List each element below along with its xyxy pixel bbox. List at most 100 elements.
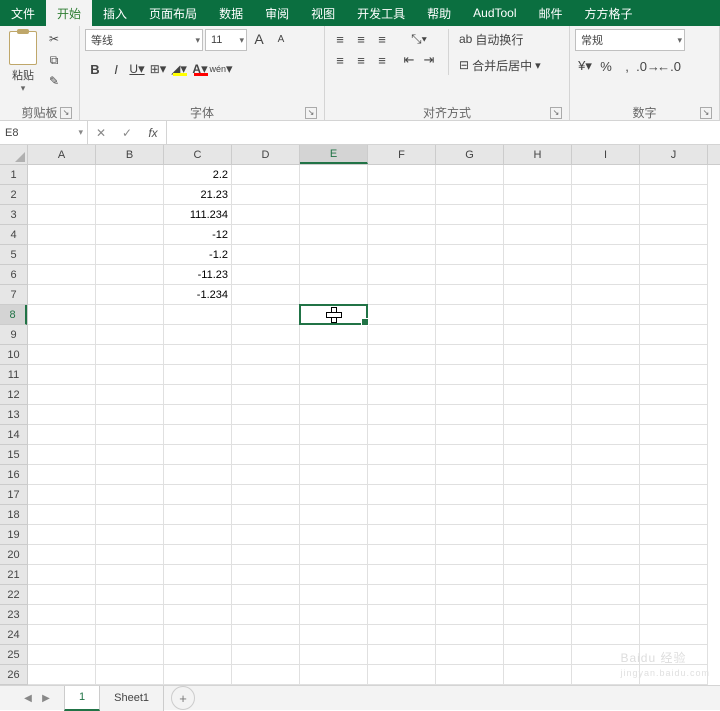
cell-J17[interactable] (640, 485, 708, 505)
cell-I4[interactable] (572, 225, 640, 245)
cell-C9[interactable] (164, 325, 232, 345)
percent-button[interactable]: % (596, 56, 616, 76)
cell-F10[interactable] (368, 345, 436, 365)
cell-F4[interactable] (368, 225, 436, 245)
cell-F21[interactable] (368, 565, 436, 585)
tab-data[interactable]: 数据 (208, 0, 254, 26)
cell-H19[interactable] (504, 525, 572, 545)
paste-button[interactable]: 粘贴 ▾ (5, 29, 41, 94)
cell-H23[interactable] (504, 605, 572, 625)
font-launcher[interactable]: ↘ (305, 107, 317, 119)
cell-G11[interactable] (436, 365, 504, 385)
row-header-11[interactable]: 11 (0, 365, 27, 385)
cell-D6[interactable] (232, 265, 300, 285)
cell-H6[interactable] (504, 265, 572, 285)
cell-J1[interactable] (640, 165, 708, 185)
sheet-nav-prev[interactable]: ◀ (20, 690, 36, 706)
cell-B3[interactable] (96, 205, 164, 225)
cell-H20[interactable] (504, 545, 572, 565)
cell-D23[interactable] (232, 605, 300, 625)
cell-B13[interactable] (96, 405, 164, 425)
tab-audtool[interactable]: AudTool (462, 0, 527, 26)
cell-B17[interactable] (96, 485, 164, 505)
cell-J23[interactable] (640, 605, 708, 625)
cell-J25[interactable] (640, 645, 708, 665)
cell-D18[interactable] (232, 505, 300, 525)
cell-G9[interactable] (436, 325, 504, 345)
cell-A21[interactable] (28, 565, 96, 585)
tab-developer[interactable]: 开发工具 (346, 0, 416, 26)
cell-B10[interactable] (96, 345, 164, 365)
cell-I15[interactable] (572, 445, 640, 465)
cell-B4[interactable] (96, 225, 164, 245)
cell-F20[interactable] (368, 545, 436, 565)
row-header-6[interactable]: 6 (0, 265, 27, 285)
cell-C23[interactable] (164, 605, 232, 625)
cell-H1[interactable] (504, 165, 572, 185)
cell-G18[interactable] (436, 505, 504, 525)
cell-A22[interactable] (28, 585, 96, 605)
cell-B9[interactable] (96, 325, 164, 345)
cell-E19[interactable] (300, 525, 368, 545)
cell-G16[interactable] (436, 465, 504, 485)
cell-C24[interactable] (164, 625, 232, 645)
merge-center-button[interactable]: ⊟合并后居中 ▾ (455, 55, 545, 75)
cancel-formula-button[interactable]: ✕ (88, 126, 114, 140)
cell-A23[interactable] (28, 605, 96, 625)
cell-G1[interactable] (436, 165, 504, 185)
cell-F18[interactable] (368, 505, 436, 525)
cell-F26[interactable] (368, 665, 436, 685)
column-header-J[interactable]: J (640, 145, 708, 164)
cell-J14[interactable] (640, 425, 708, 445)
cell-D19[interactable] (232, 525, 300, 545)
cell-J13[interactable] (640, 405, 708, 425)
cell-J7[interactable] (640, 285, 708, 305)
cell-D12[interactable] (232, 385, 300, 405)
cell-D4[interactable] (232, 225, 300, 245)
cell-J6[interactable] (640, 265, 708, 285)
cells-grid[interactable]: 2.221.23111.234-12-1.2-11.23-1.234 (28, 165, 720, 685)
font-size-combo[interactable]: 11 (205, 29, 247, 51)
cell-D13[interactable] (232, 405, 300, 425)
tab-ffgz[interactable]: 方方格子 (574, 0, 644, 26)
cell-H16[interactable] (504, 465, 572, 485)
cell-H24[interactable] (504, 625, 572, 645)
cell-H18[interactable] (504, 505, 572, 525)
cell-C6[interactable]: -11.23 (164, 265, 232, 285)
cell-A10[interactable] (28, 345, 96, 365)
cell-G2[interactable] (436, 185, 504, 205)
cell-A24[interactable] (28, 625, 96, 645)
cell-B24[interactable] (96, 625, 164, 645)
cell-B18[interactable] (96, 505, 164, 525)
cell-H10[interactable] (504, 345, 572, 365)
cell-H17[interactable] (504, 485, 572, 505)
tab-file[interactable]: 文件 (0, 0, 46, 26)
column-header-I[interactable]: I (572, 145, 640, 164)
cell-A4[interactable] (28, 225, 96, 245)
cell-E23[interactable] (300, 605, 368, 625)
cell-A20[interactable] (28, 545, 96, 565)
cell-C25[interactable] (164, 645, 232, 665)
row-header-12[interactable]: 12 (0, 385, 27, 405)
cell-A25[interactable] (28, 645, 96, 665)
alignment-launcher[interactable]: ↘ (550, 107, 562, 119)
cell-E22[interactable] (300, 585, 368, 605)
cell-I7[interactable] (572, 285, 640, 305)
cell-J22[interactable] (640, 585, 708, 605)
cell-F16[interactable] (368, 465, 436, 485)
cell-J20[interactable] (640, 545, 708, 565)
column-header-C[interactable]: C (164, 145, 232, 164)
tab-review[interactable]: 审阅 (254, 0, 300, 26)
cell-I13[interactable] (572, 405, 640, 425)
cell-G8[interactable] (436, 305, 504, 325)
cell-E4[interactable] (300, 225, 368, 245)
cell-C3[interactable]: 111.234 (164, 205, 232, 225)
cell-D16[interactable] (232, 465, 300, 485)
clipboard-launcher[interactable]: ↘ (60, 107, 72, 119)
cell-J2[interactable] (640, 185, 708, 205)
font-name-combo[interactable]: 等线 (85, 29, 203, 51)
row-header-8[interactable]: 8 (0, 305, 27, 325)
cell-A26[interactable] (28, 665, 96, 685)
row-header-20[interactable]: 20 (0, 545, 27, 565)
cell-C10[interactable] (164, 345, 232, 365)
